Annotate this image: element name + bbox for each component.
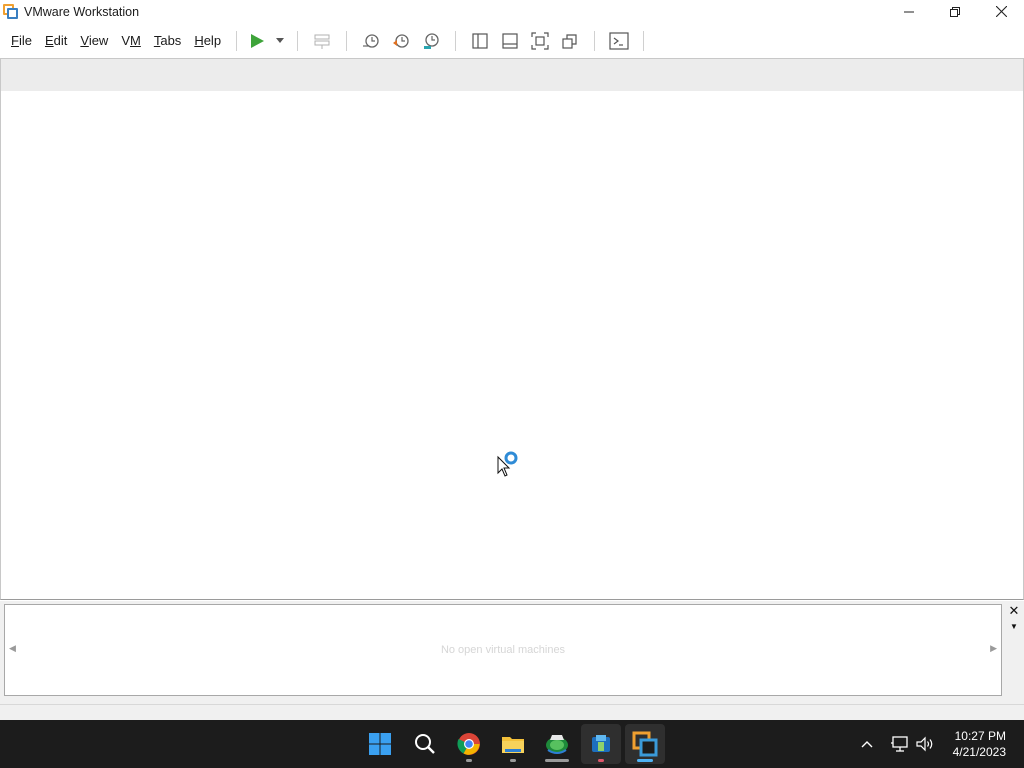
start-icon <box>369 733 391 755</box>
start-button[interactable] <box>360 724 400 764</box>
close-thumbnail-bar-icon[interactable]: ✕ <box>1008 604 1020 618</box>
toolbar-separator <box>594 30 596 51</box>
running-indicator <box>545 759 569 762</box>
snapshot-manager-icon <box>424 32 439 49</box>
clock-date: 4/21/2023 <box>952 745 1006 759</box>
take-snapshot-button[interactable] <box>360 30 382 52</box>
power-on-icon <box>251 33 265 48</box>
revert-snapshot-icon <box>393 33 409 48</box>
restore-button[interactable] <box>932 0 978 23</box>
running-indicator <box>510 759 516 762</box>
menu-help[interactable]: Help <box>188 33 227 48</box>
title-bar: VMware Workstation <box>0 0 1024 23</box>
console-view-button[interactable] <box>608 30 630 52</box>
taskbar-search-button[interactable] <box>405 724 445 764</box>
minimize-button[interactable] <box>886 0 932 23</box>
taskbar-app-2[interactable] <box>581 724 621 764</box>
search-icon <box>415 734 435 754</box>
minimize-icon <box>904 11 914 12</box>
vmware-logo-icon <box>3 3 19 20</box>
taskbar-chrome[interactable] <box>449 724 489 764</box>
vmware-icon <box>632 731 658 757</box>
file-explorer-icon <box>502 737 524 753</box>
thumbnail-bar-icon <box>502 32 518 49</box>
full-screen-icon <box>531 31 549 50</box>
network-icon <box>891 736 908 752</box>
app-icon-2 <box>592 735 610 752</box>
snapshot-icon <box>363 33 379 48</box>
menu-file[interactable]: File <box>5 33 38 48</box>
running-indicator <box>466 759 472 762</box>
chevron-down-icon <box>276 37 285 43</box>
close-button[interactable] <box>978 0 1024 23</box>
menu-toolbar: File Edit View VM Tabs Help <box>0 23 1024 58</box>
scroll-right-icon[interactable]: ▶ <box>990 643 997 654</box>
window-title: VMware Workstation <box>24 4 140 19</box>
snapshot-manager-button[interactable] <box>420 30 442 52</box>
volume-icon <box>916 736 933 752</box>
power-dropdown-button[interactable] <box>274 30 286 52</box>
unity-button[interactable] <box>559 30 581 52</box>
toolbar-separator <box>236 30 238 51</box>
power-on-button[interactable] <box>246 30 268 52</box>
menu-tabs[interactable]: Tabs <box>148 33 187 48</box>
show-hidden-icons-button[interactable] <box>860 720 874 768</box>
toolbar-separator <box>346 30 348 51</box>
network-button[interactable] <box>890 720 910 768</box>
chevron-up-icon <box>861 741 873 748</box>
menu-vm[interactable]: VM <box>115 33 147 48</box>
clock-time: 10:27 PM <box>954 729 1006 743</box>
active-indicator <box>637 759 653 762</box>
toolbar-separator <box>643 30 645 51</box>
send-ctrl-alt-del-button[interactable] <box>311 30 333 52</box>
toolbar-separator <box>455 30 457 51</box>
unity-icon <box>562 33 577 49</box>
toolbar-separator <box>297 30 299 51</box>
close-icon <box>995 6 1007 17</box>
volume-button[interactable] <box>915 720 935 768</box>
taskbar-clock[interactable]: 10:27 PM 4/21/2023 <box>953 728 1006 760</box>
show-thumbnail-bar-button[interactable] <box>499 30 521 52</box>
show-library-button[interactable] <box>469 30 491 52</box>
taskbar-app[interactable] <box>537 724 577 764</box>
running-indicator <box>598 759 604 762</box>
scroll-left-icon[interactable]: ◀ <box>9 643 16 654</box>
chrome-icon <box>457 733 480 755</box>
taskbar: 10:27 PM 4/21/2023 <box>0 720 1024 768</box>
busy-cursor-icon <box>497 451 518 477</box>
vm-content-area[interactable] <box>0 91 1024 600</box>
console-view-icon <box>609 31 629 50</box>
tab-strip <box>0 58 1024 91</box>
restore-icon <box>950 6 960 17</box>
taskbar-file-explorer[interactable] <box>493 724 533 764</box>
status-bar <box>0 704 1024 720</box>
send-ctrl-alt-del-icon <box>314 34 330 49</box>
menu-edit[interactable]: Edit <box>39 33 73 48</box>
taskbar-vmware[interactable] <box>625 724 665 764</box>
revert-snapshot-button[interactable] <box>390 30 412 52</box>
library-view-icon <box>472 32 488 49</box>
full-screen-button[interactable] <box>529 30 551 52</box>
thumbnail-bar: No open virtual machines ◀ ▶ <box>4 604 1002 696</box>
thumbnail-menu-icon[interactable]: ▼ <box>1008 622 1020 634</box>
menu-view[interactable]: View <box>74 33 114 48</box>
app-icon <box>546 735 568 754</box>
thumbnail-empty-message: No open virtual machines <box>440 644 566 656</box>
